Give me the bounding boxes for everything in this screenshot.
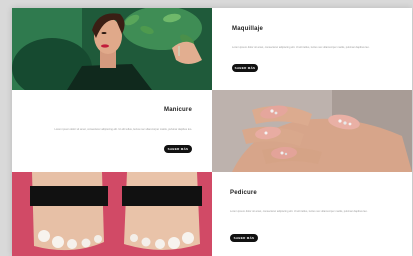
makeup-info: Maquillaje Lorem ipsum dolor sit amet, c… bbox=[212, 8, 412, 90]
service-row-pedicure: Pedicure Lorem ipsum dolor sit amet, con… bbox=[12, 172, 412, 256]
pedicure-feet-photo bbox=[12, 172, 212, 256]
service-row-makeup: Maquillaje Lorem ipsum dolor sit amet, c… bbox=[12, 8, 412, 90]
service-row-manicure: Manicure Lorem ipsum dolor sit amet, con… bbox=[12, 90, 412, 172]
learn-more-button[interactable]: SABER MÁS bbox=[230, 234, 258, 242]
learn-more-button[interactable]: SABER MÁS bbox=[232, 64, 258, 72]
manicure-info: Manicure Lorem ipsum dolor sit amet, con… bbox=[12, 90, 212, 172]
service-title: Pedicure bbox=[230, 190, 257, 196]
services-section: Maquillaje Lorem ipsum dolor sit amet, c… bbox=[12, 8, 412, 256]
service-description: Lorem ipsum dolor sit amet, consectetur … bbox=[54, 128, 192, 131]
service-description: Lorem ipsum dolor sit amet, consectetur … bbox=[230, 210, 368, 213]
manicure-nails-photo bbox=[212, 90, 412, 172]
makeup-model-photo bbox=[12, 8, 212, 90]
service-title: Maquillaje bbox=[232, 26, 264, 32]
service-title: Manicure bbox=[164, 107, 192, 113]
pedicure-info: Pedicure Lorem ipsum dolor sit amet, con… bbox=[212, 172, 412, 256]
learn-more-button[interactable]: SABER MÁS bbox=[164, 145, 192, 153]
service-description: Lorem ipsum dolor sit amet, consectetur … bbox=[232, 46, 370, 49]
